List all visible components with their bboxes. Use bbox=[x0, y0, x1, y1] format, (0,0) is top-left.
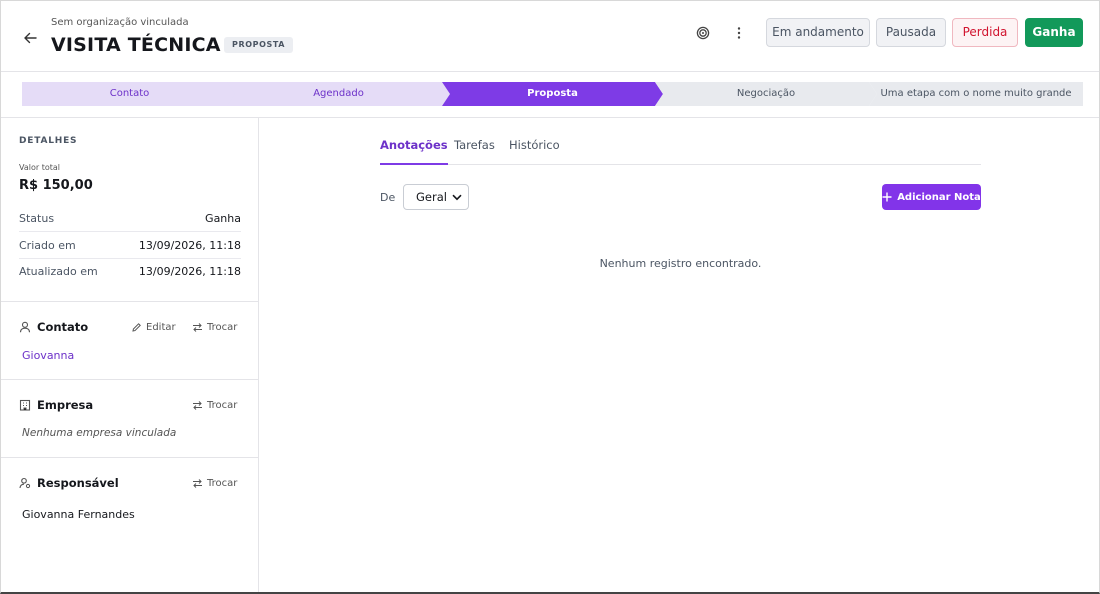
pipeline-step-contato[interactable]: Contato bbox=[22, 82, 237, 106]
owner-title: Responsável bbox=[37, 476, 119, 490]
deal-sidebar: DETALHES Valor total R$ 150,00 Status Ga… bbox=[1, 118, 259, 592]
edit-label: Editar bbox=[146, 322, 176, 333]
pipeline-step-label: Agendado bbox=[313, 88, 364, 99]
user-icon bbox=[19, 321, 31, 333]
tab-historico[interactable]: Histórico bbox=[509, 138, 560, 165]
swap-icon bbox=[193, 401, 202, 410]
more-vertical-icon[interactable] bbox=[728, 22, 750, 44]
swap-icon bbox=[193, 479, 202, 488]
pipeline-step-proposta[interactable]: Proposta bbox=[442, 82, 663, 106]
total-value-label: Valor total bbox=[19, 163, 60, 172]
filter-select[interactable]: Geral bbox=[403, 184, 469, 210]
tab-anotacoes[interactable]: Anotações bbox=[380, 138, 448, 165]
pipeline-step-label: Uma etapa com o nome muito grande bbox=[880, 88, 1072, 99]
pipeline-step-label: Proposta bbox=[527, 88, 578, 99]
swap-company-button[interactable]: Trocar bbox=[192, 400, 237, 411]
empty-state-text: Nenhum registro encontrado. bbox=[599, 257, 762, 270]
filter-value: Geral bbox=[416, 190, 447, 204]
section-divider bbox=[1, 301, 258, 302]
add-note-button[interactable]: Adicionar Nota bbox=[882, 184, 981, 210]
company-title: Empresa bbox=[37, 398, 94, 412]
swap-icon bbox=[193, 323, 202, 332]
stage-pipeline: Contato Agendado Proposta Negociação Uma… bbox=[22, 82, 1083, 106]
activity-tabs: Anotações Tarefas Histórico bbox=[380, 131, 981, 165]
swap-label: Trocar bbox=[207, 478, 238, 489]
paused-button[interactable]: Pausada bbox=[876, 18, 946, 47]
details-heading: DETALHES bbox=[19, 136, 78, 146]
chevron-down-icon bbox=[452, 194, 462, 201]
edit-contact-button[interactable]: Editar bbox=[131, 322, 176, 333]
detail-value: 13/09/2026, 11:18 bbox=[138, 239, 241, 252]
swap-label: Trocar bbox=[207, 400, 238, 411]
detail-label: Criado em bbox=[19, 239, 76, 252]
owner-name: Giovanna Fernandes bbox=[22, 508, 135, 521]
section-divider bbox=[1, 379, 258, 380]
building-icon bbox=[19, 399, 31, 411]
swap-label: Trocar bbox=[207, 322, 238, 333]
detail-label: Status bbox=[19, 212, 55, 225]
owner-section-title: Responsável bbox=[19, 476, 119, 490]
total-value: R$ 150,00 bbox=[19, 178, 93, 193]
filter-label: De bbox=[380, 191, 396, 204]
pipeline-step-etapa-longa[interactable]: Uma etapa com o nome muito grande bbox=[869, 82, 1083, 106]
user-settings-icon bbox=[19, 477, 31, 489]
detail-row-status: Status Ganha bbox=[19, 206, 241, 232]
pipeline-step-label: Contato bbox=[109, 88, 150, 99]
pencil-icon bbox=[132, 323, 141, 332]
page-title: VISITA TÉCNICA bbox=[51, 34, 221, 56]
arrow-left-icon[interactable] bbox=[19, 27, 41, 49]
in-progress-button[interactable]: Em andamento bbox=[766, 18, 870, 47]
section-divider bbox=[1, 457, 258, 458]
app-window: Sem organização vinculada VISITA TÉCNICA… bbox=[0, 0, 1100, 594]
deal-header: Sem organização vinculada VISITA TÉCNICA… bbox=[1, 1, 1099, 72]
contact-name-link[interactable]: Giovanna bbox=[22, 349, 74, 362]
detail-row-updated: Atualizado em 13/09/2026, 11:18 bbox=[19, 259, 241, 285]
detail-label: Atualizado em bbox=[19, 265, 98, 278]
pipeline-step-label: Negociação bbox=[736, 88, 796, 99]
plus-icon bbox=[882, 192, 892, 202]
pipeline-step-negociacao[interactable]: Negociação bbox=[655, 82, 877, 106]
swap-contact-button[interactable]: Trocar bbox=[192, 322, 237, 333]
empty-company-text: Nenhuma empresa vinculada bbox=[22, 427, 177, 439]
add-note-label: Adicionar Nota bbox=[897, 191, 981, 203]
won-button[interactable]: Ganha bbox=[1025, 18, 1083, 47]
swap-owner-button[interactable]: Trocar bbox=[192, 478, 237, 489]
contact-title: Contato bbox=[37, 320, 89, 334]
pipeline-step-agendado[interactable]: Agendado bbox=[227, 82, 450, 106]
tab-tarefas[interactable]: Tarefas bbox=[454, 138, 495, 165]
detail-value: 13/09/2026, 11:18 bbox=[138, 265, 241, 278]
lost-button[interactable]: Perdida bbox=[952, 18, 1018, 47]
company-section-title: Empresa bbox=[19, 398, 93, 412]
target-icon[interactable] bbox=[692, 22, 714, 44]
stage-badge: PROPOSTA bbox=[224, 37, 294, 53]
detail-value: Ganha bbox=[205, 212, 241, 225]
detail-row-created: Criado em 13/09/2026, 11:18 bbox=[19, 233, 241, 259]
contact-section-title: Contato bbox=[19, 320, 88, 334]
organization-text: Sem organização vinculada bbox=[51, 17, 189, 28]
